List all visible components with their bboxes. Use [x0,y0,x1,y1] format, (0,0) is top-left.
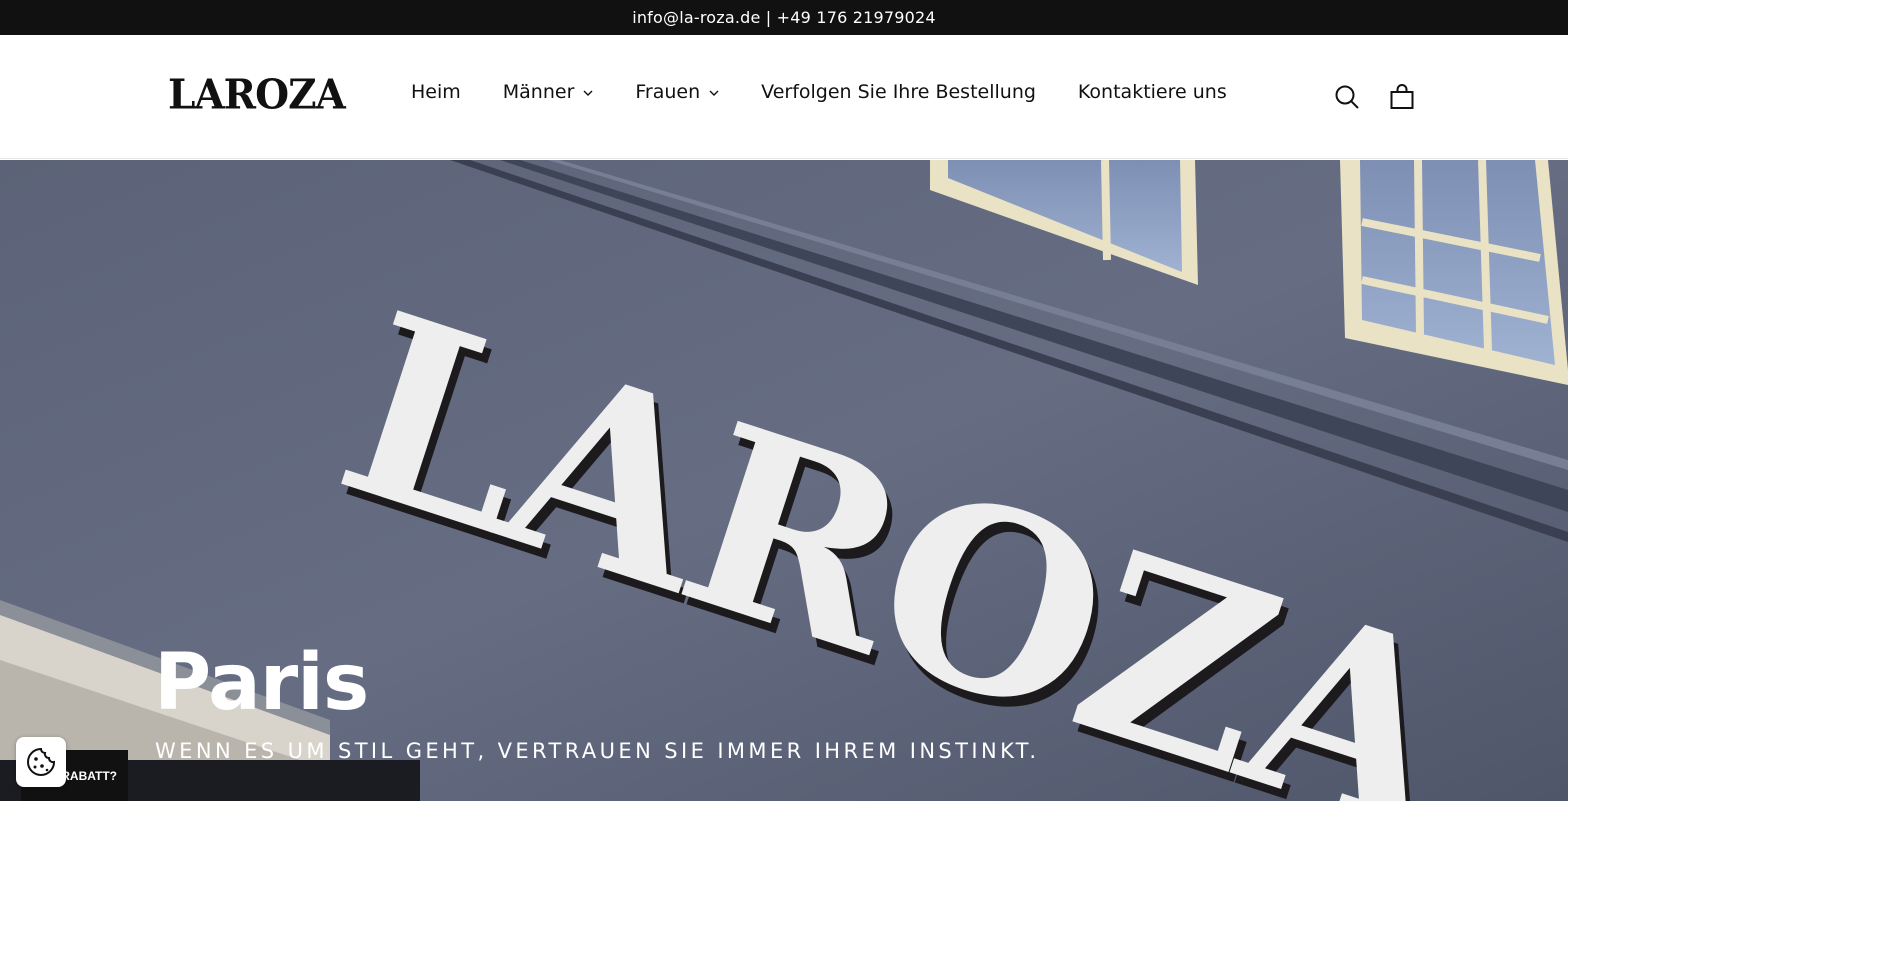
cart-button[interactable] [1389,84,1415,110]
nav-item-label: Frauen [635,81,701,103]
nav-item-maenner[interactable]: Männer [503,81,594,103]
announcement-bar: info@la-roza.de | +49 176 21979024 [0,0,1568,35]
main-nav: Heim Männer Frauen Verfolgen Sie Ihre Be… [411,81,1269,103]
nav-item-label: Männer [502,81,575,103]
hero-title: Paris [154,638,369,728]
nav-item-frauen[interactable]: Frauen [635,81,719,103]
discount-tab-label: RABATT? [61,768,117,783]
nav-item-label: Verfolgen Sie Ihre Bestellung [761,81,1036,103]
hero-subtitle: WENN ES UM STIL GEHT, VERTRAUEN SIE IMME… [155,739,1040,763]
nav-item-label: Heim [411,81,461,103]
nav-item-order-tracking[interactable]: Verfolgen Sie Ihre Bestellung [761,81,1036,103]
cookie-settings-button[interactable] [16,737,66,787]
site-header: LAROZA Heim Männer Frauen Verfolgen Sie … [0,35,1568,159]
site-logo[interactable]: LAROZA [168,74,346,116]
cookie-icon [27,747,56,776]
hero-banner: LAROZA LAROZA Paris WENN ES UM STIL GEHT… [0,160,1568,801]
chevron-down-icon [709,90,719,96]
search-icon [1335,85,1359,109]
nav-item-label: Kontaktiere uns [1077,81,1227,103]
chevron-down-icon [583,90,593,96]
nav-item-contact[interactable]: Kontaktiere uns [1078,81,1227,103]
nav-item-heim[interactable]: Heim [411,81,461,103]
cart-icon [1390,84,1414,109]
announcement-text: info@la-roza.de | +49 176 21979024 [632,8,936,27]
search-button[interactable] [1334,84,1360,110]
